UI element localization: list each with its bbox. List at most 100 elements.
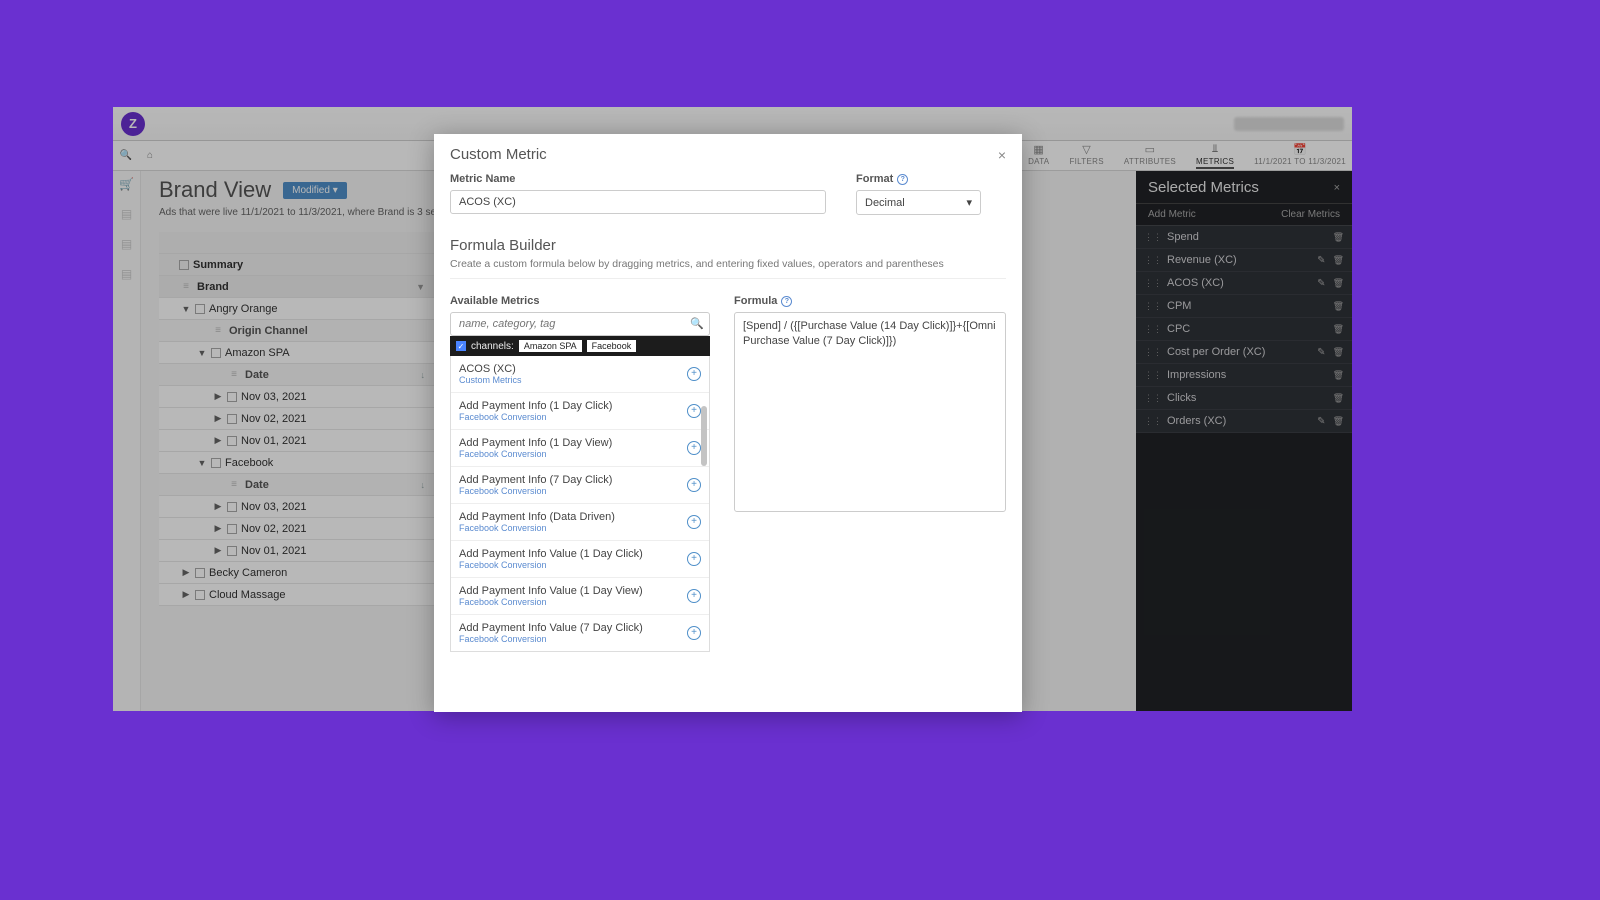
modal-close-icon[interactable]: × [998,147,1006,163]
add-metric-icon[interactable]: + [687,626,701,640]
selected-metric-item[interactable]: ⋮⋮Revenue (XC) [1136,249,1352,272]
expand-icon[interactable]: ▶ [181,567,191,578]
rail-folder2-icon[interactable]: ▤ [121,237,132,251]
selected-metric-item[interactable]: ⋮⋮Clicks [1136,387,1352,410]
grip-icon[interactable]: ≡ [227,479,241,490]
selected-metric-item[interactable]: ⋮⋮ACOS (XC) [1136,272,1352,295]
add-metric-icon[interactable]: + [687,478,701,492]
add-metric-link[interactable]: Add Metric [1148,209,1196,220]
grip-icon[interactable]: ≡ [211,325,225,336]
drag-handle-icon[interactable]: ⋮⋮ [1144,255,1162,266]
toolbar-attributes[interactable]: ▭ATTRIBUTES [1124,143,1176,166]
delete-icon[interactable] [1333,347,1344,358]
scrollbar[interactable] [701,406,707,466]
add-metric-icon[interactable]: + [687,404,701,418]
drag-handle-icon[interactable]: ⋮⋮ [1144,232,1162,243]
add-metric-icon[interactable]: + [687,515,701,529]
drag-handle-icon[interactable]: ⋮⋮ [1144,301,1162,312]
edit-icon[interactable] [1317,416,1325,427]
metric-search-input[interactable] [450,312,710,336]
delete-icon[interactable] [1333,393,1344,404]
expand-icon[interactable]: ▶ [213,501,223,512]
clear-metrics-link[interactable]: Clear Metrics [1281,209,1340,220]
row-checkbox[interactable] [211,458,221,468]
home-icon[interactable]: ⌂ [143,149,157,163]
metric-name-input[interactable] [450,190,826,214]
expand-icon[interactable]: ▶ [213,523,223,534]
edit-icon[interactable] [1317,347,1325,358]
close-icon[interactable]: × [1334,182,1340,194]
channel-filter-checkbox[interactable]: ✓ [456,341,466,351]
expand-icon[interactable]: ▶ [213,435,223,446]
expand-icon[interactable]: ▶ [213,413,223,424]
row-checkbox[interactable] [227,414,237,424]
drag-handle-icon[interactable]: ⋮⋮ [1144,278,1162,289]
formula-editor[interactable]: [Spend] / ({[Purchase Value (14 Day Clic… [734,312,1006,512]
add-metric-icon[interactable]: + [687,589,701,603]
search-icon[interactable]: 🔍 [119,149,133,163]
rail-folder3-icon[interactable]: ▤ [121,267,132,281]
row-checkbox[interactable] [227,546,237,556]
grip-icon[interactable]: ≡ [179,281,193,292]
rail-cart-icon[interactable]: 🛒 [119,177,134,191]
delete-icon[interactable] [1333,416,1344,427]
panel-title: Selected Metrics [1148,179,1259,196]
chip-amazon-spa[interactable]: Amazon SPA [519,340,582,352]
row-checkbox[interactable] [195,304,205,314]
row-checkbox[interactable] [227,502,237,512]
grip-icon[interactable]: ≡ [227,369,241,380]
expand-icon[interactable]: ▶ [213,545,223,556]
sort-icon[interactable]: ↓ [421,480,426,490]
rail-folder-icon[interactable]: ▤ [121,207,132,221]
row-checkbox[interactable] [227,436,237,446]
delete-icon[interactable] [1333,324,1344,335]
selected-metric-item[interactable]: ⋮⋮CPC [1136,318,1352,341]
expand-icon[interactable]: ▼ [181,304,191,314]
drag-handle-icon[interactable]: ⋮⋮ [1144,347,1162,358]
drag-handle-icon[interactable]: ⋮⋮ [1144,324,1162,335]
row-checkbox[interactable] [211,348,221,358]
user-menu[interactable] [1234,117,1344,131]
modified-badge[interactable]: Modified ▾ [283,182,347,199]
selected-metric-item[interactable]: ⋮⋮Cost per Order (XC) [1136,341,1352,364]
add-metric-icon[interactable]: + [687,552,701,566]
search-icon[interactable]: 🔍 [690,317,704,330]
selected-metric-item[interactable]: ⋮⋮Spend [1136,226,1352,249]
toolbar-daterange[interactable]: 📅11/1/2021 TO 11/3/2021 [1254,143,1346,166]
delete-icon[interactable] [1333,301,1344,312]
row-checkbox[interactable] [227,524,237,534]
help-icon[interactable]: ? [781,296,792,307]
add-metric-icon[interactable]: + [687,441,701,455]
expand-icon[interactable]: ▶ [181,589,191,600]
selected-metric-item[interactable]: ⋮⋮CPM [1136,295,1352,318]
delete-icon[interactable] [1333,255,1344,266]
row-label: Date [245,369,269,381]
toolbar-data[interactable]: ▦DATA [1028,143,1049,166]
toolbar-metrics[interactable]: ⫫METRICS [1196,143,1234,169]
drag-handle-icon[interactable]: ⋮⋮ [1144,416,1162,427]
row-checkbox[interactable] [195,568,205,578]
expand-icon[interactable]: ▼ [197,458,207,468]
format-select[interactable]: Decimal▾ [856,190,981,215]
edit-icon[interactable] [1317,278,1325,289]
row-checkbox[interactable] [227,392,237,402]
expand-icon[interactable]: ▼ [197,348,207,358]
row-checkbox[interactable] [179,260,189,270]
add-metric-icon[interactable]: + [687,367,701,381]
filter-icon[interactable]: ▼ [416,282,425,292]
channel-filter-bar: ✓ channels: Amazon SPA Facebook [450,336,710,356]
delete-icon[interactable] [1333,370,1344,381]
help-icon[interactable]: ? [897,174,908,185]
selected-metric-item[interactable]: ⋮⋮Orders (XC) [1136,410,1352,433]
edit-icon[interactable] [1317,255,1325,266]
delete-icon[interactable] [1333,232,1344,243]
row-checkbox[interactable] [195,590,205,600]
expand-icon[interactable]: ▶ [213,391,223,402]
delete-icon[interactable] [1333,278,1344,289]
selected-metric-item[interactable]: ⋮⋮Impressions [1136,364,1352,387]
toolbar-filters[interactable]: ▽FILTERS [1069,143,1103,166]
drag-handle-icon[interactable]: ⋮⋮ [1144,370,1162,381]
drag-handle-icon[interactable]: ⋮⋮ [1144,393,1162,404]
sort-icon[interactable]: ↓ [421,370,426,380]
chip-facebook[interactable]: Facebook [587,340,637,352]
